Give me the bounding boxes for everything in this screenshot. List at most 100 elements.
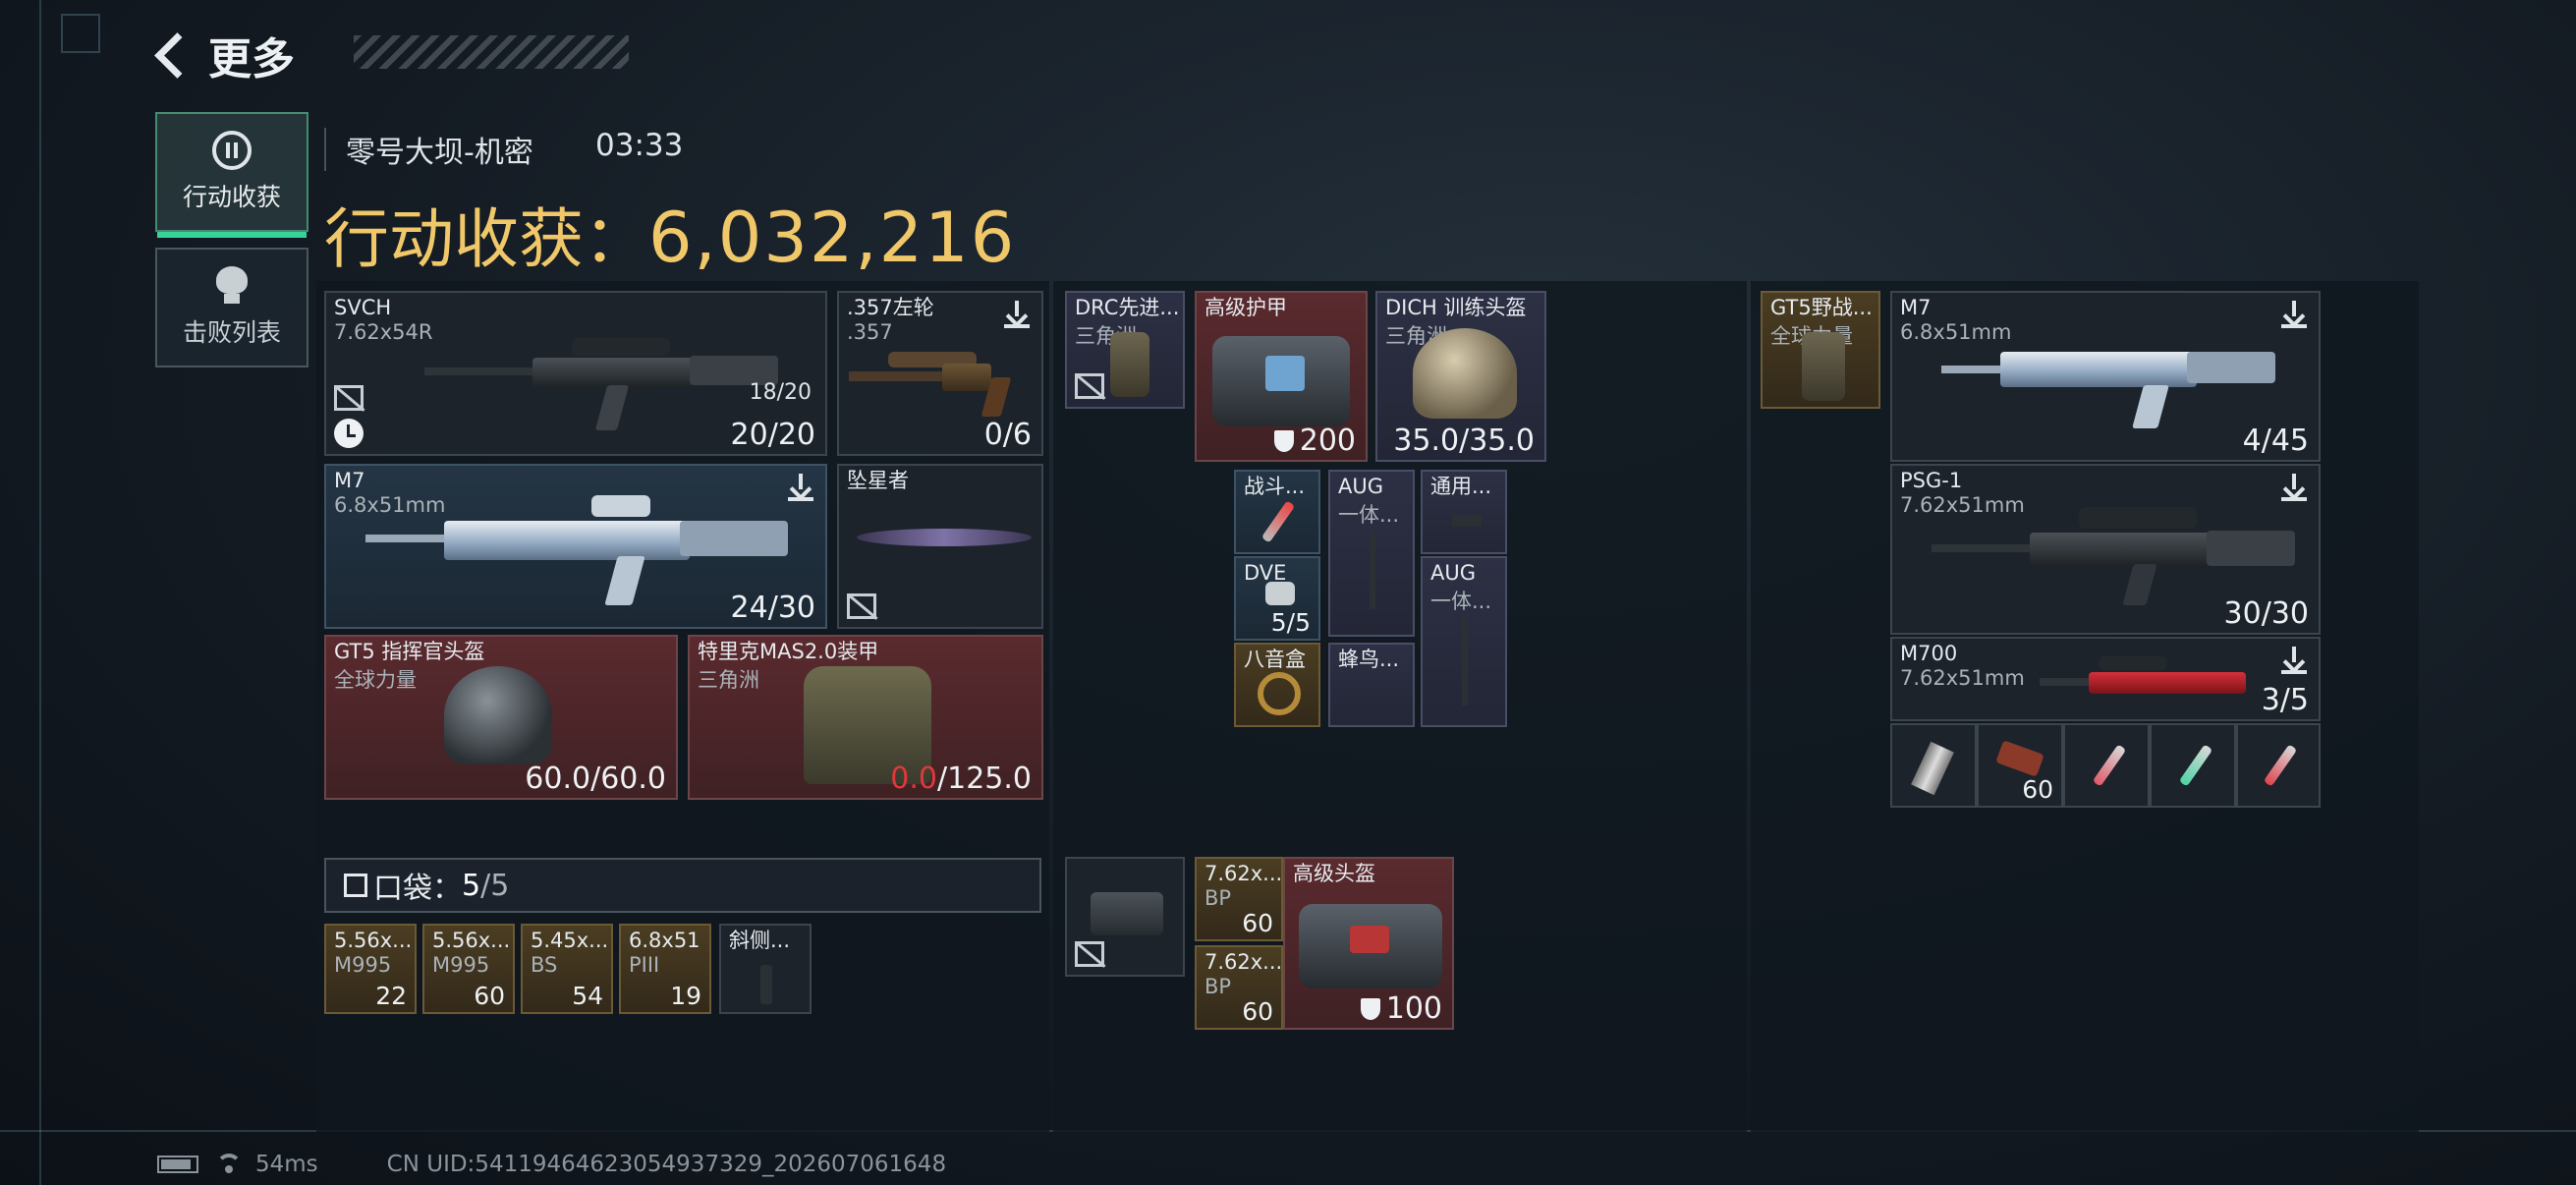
consumable-item[interactable]: 60: [1977, 723, 2063, 808]
pouch-count: 5: [462, 868, 481, 903]
bandage-icon: [1911, 741, 1954, 796]
rig-slot-2[interactable]: GT5野战... 全球力量: [1761, 291, 1880, 409]
item-name: M7: [1900, 296, 1932, 319]
armor-slot[interactable]: 特里克MAS2.0装甲 三角洲 0.0/125.0: [688, 635, 1043, 800]
pouch-item[interactable]: 6.8x51 PIII 19: [619, 924, 711, 1014]
item-sub: BP: [1204, 886, 1232, 910]
pouch-item[interactable]: 5.56x... M995 60: [422, 924, 515, 1014]
pouch-item[interactable]: 5.45x... BS 54: [521, 924, 613, 1014]
item-sub: 一体...: [1430, 590, 1492, 613]
backpack-icon: [1212, 336, 1350, 426]
case-slot[interactable]: [1065, 857, 1185, 977]
pouch-item[interactable]: 5.56x... M995 22: [324, 924, 417, 1014]
item-count: 60: [2022, 775, 2053, 804]
download-icon: [2281, 647, 2307, 674]
pouch-header: 口袋： 5 /5: [324, 858, 1041, 913]
no-insure-icon: [847, 593, 876, 619]
divider: [324, 128, 326, 171]
item-durability: 35.0/35.0: [1393, 423, 1535, 458]
weapon-slot-svch[interactable]: SVCH 7.62x54R 18/20 20/20: [324, 291, 827, 456]
consumable-item[interactable]: [1890, 723, 1977, 808]
item-count: 60: [474, 982, 505, 1010]
tab-label: 击败列表: [182, 318, 281, 347]
item-count: 22: [375, 982, 407, 1010]
tab-kill-list[interactable]: 击败列表: [155, 248, 308, 367]
backpack-slot[interactable]: 高级护甲 200: [1195, 291, 1368, 462]
ping: 54ms: [255, 1152, 318, 1177]
item-name: 战斗...: [1244, 475, 1306, 498]
item-sub: BS: [531, 953, 558, 977]
item-sub: BP: [1204, 975, 1232, 998]
syringe-icon: [1260, 500, 1296, 543]
item-count: 0/6: [983, 418, 1032, 452]
item-name: AUG: [1430, 561, 1477, 585]
m700-rifle-icon: [2040, 649, 2256, 717]
case-icon: [1091, 892, 1163, 935]
item-count: 19: [670, 982, 701, 1010]
pouch-item[interactable]: 斜侧...: [719, 924, 812, 1014]
raid-time: 03:33: [595, 128, 684, 163]
weapon-slot-m7[interactable]: M7 6.8x51mm 24/30: [324, 464, 827, 629]
shield-icon: [1360, 998, 1380, 1020]
melee-slot[interactable]: 坠星者: [837, 464, 1043, 629]
pouch-icon: [344, 874, 367, 897]
item-capacity: 200: [1273, 423, 1356, 458]
item-name: 通用...: [1430, 475, 1492, 498]
bag-slot[interactable]: 高级头盔 100: [1283, 857, 1454, 1030]
item-count: 24/30: [730, 591, 815, 625]
item-ammo-type: 7.62x51mm: [1900, 666, 2025, 690]
item-capacity: 100: [1360, 991, 1442, 1026]
item-name: 特里克MAS2.0装甲: [698, 640, 879, 663]
item-brand: 三角洲: [698, 668, 759, 692]
item-name: GT5 指挥官头盔: [334, 640, 485, 663]
ammo-item[interactable]: 7.62x... BP 60: [1195, 857, 1283, 941]
status-bar: 54ms CN UID:5411946462305493​7329_202607…: [157, 1152, 946, 1177]
clock-icon: [334, 419, 364, 448]
helmet-slot[interactable]: GT5 指挥官头盔 全球力量 60.0/60.0: [324, 635, 678, 800]
music-box-icon: [1258, 672, 1301, 715]
item-name: 5.56x...: [432, 929, 511, 952]
small-item[interactable]: AUG 一体...: [1328, 470, 1415, 637]
small-item[interactable]: 蜂鸟...: [1328, 643, 1415, 727]
tab-loot[interactable]: 行动收获: [155, 112, 308, 238]
durability-max: /125.0: [937, 762, 1032, 796]
rig-slot[interactable]: DRC先进... 三角洲: [1065, 291, 1185, 409]
canister-icon: [1265, 582, 1295, 605]
back-button[interactable]: 更多: [147, 22, 354, 88]
small-item[interactable]: 战斗...: [1234, 470, 1320, 554]
battery-icon: [157, 1156, 198, 1173]
small-item[interactable]: 八音盒: [1234, 643, 1320, 727]
weapon-slot-m700[interactable]: M700 7.62x51mm 3/5: [1890, 637, 2321, 721]
weapon-slot-psg1[interactable]: PSG-1 7.62x51mm 30/30: [1890, 464, 2321, 635]
small-item[interactable]: DVE 5/5: [1234, 556, 1320, 641]
small-item[interactable]: AUG 一体...: [1421, 556, 1507, 727]
item-count: 54: [572, 982, 603, 1010]
item-count: 4/45: [2242, 423, 2309, 458]
item-sub: M995: [334, 953, 392, 977]
hud-border-line: [39, 0, 41, 1185]
item-name: M7: [334, 469, 365, 492]
mag-ammo: 18/20: [749, 380, 812, 405]
weapon-slot-m7-2[interactable]: M7 6.8x51mm 4/45: [1890, 291, 2321, 462]
item-count: 20/20: [730, 418, 815, 452]
wifi-icon: [216, 1154, 242, 1175]
item-name: 高级护甲: [1204, 296, 1287, 319]
item-sub: M995: [432, 953, 490, 977]
consumable-item[interactable]: [2063, 723, 2150, 808]
ammo-item[interactable]: 7.62x... BP 60: [1195, 945, 1283, 1030]
loot-total: 行动收获： 6,032,216: [324, 187, 1016, 281]
helmet-slot-2[interactable]: DICH 训练头盔 三角洲 35.0/35.0: [1375, 291, 1546, 462]
item-brand: 全球力量: [334, 668, 417, 692]
consumable-item[interactable]: [2150, 723, 2236, 808]
item-name: 高级头盔: [1293, 862, 1375, 885]
syringe-icon: [2263, 744, 2298, 787]
item-name: 八音盒: [1244, 648, 1306, 671]
no-insure-icon: [1075, 373, 1104, 399]
barrel-icon: [1370, 531, 1375, 609]
barrel-icon: [1462, 617, 1468, 705]
item-name: 7.62x...: [1204, 950, 1283, 974]
weapon-slot-revolver[interactable]: .357左轮 .357 0/6: [837, 291, 1043, 456]
consumable-item[interactable]: [2236, 723, 2321, 808]
small-item[interactable]: 通用...: [1421, 470, 1507, 554]
item-name: .357左轮: [847, 296, 934, 319]
